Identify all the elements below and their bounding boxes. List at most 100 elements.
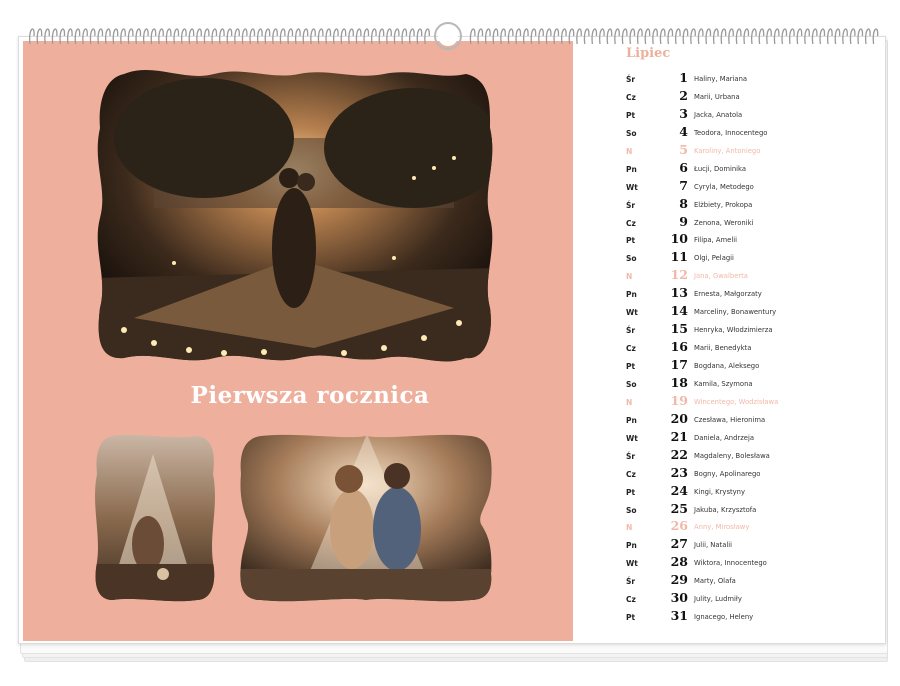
name-day: Kingi, Krystyny bbox=[694, 487, 746, 496]
day-row: Pt 24 Kingi, Krystyny bbox=[610, 483, 860, 501]
day-row: N 5 Karoliny, Antoniego bbox=[610, 142, 860, 160]
day-row: Śr 29 Marty, Olafa bbox=[610, 572, 860, 590]
day-row: Pt 10 Filipa, Amelii bbox=[610, 231, 860, 249]
day-number: 27 bbox=[670, 536, 688, 552]
weekday-label: So bbox=[626, 379, 637, 389]
day-row: Pt 31 Ignacego, Heleny bbox=[610, 608, 860, 626]
day-number: 23 bbox=[670, 464, 688, 480]
name-day: Julii, Natalii bbox=[694, 541, 733, 550]
name-day: Teodora, Innocentego bbox=[694, 128, 768, 137]
day-row: Pn 13 Ernesta, Małgorzaty bbox=[610, 285, 860, 303]
day-number: 25 bbox=[670, 500, 688, 516]
name-day: Cyryla, Metodego bbox=[694, 182, 754, 191]
day-row: Cz 2 Marii, Urbana bbox=[610, 88, 860, 106]
day-number: 28 bbox=[670, 554, 688, 570]
day-row: Wt 28 Wiktora, Innocentego bbox=[610, 554, 860, 572]
day-row: N 19 Wincentego, Wodzisława bbox=[610, 393, 860, 411]
day-number: 26 bbox=[670, 518, 688, 534]
weekday-label: Pt bbox=[626, 110, 636, 120]
day-number: 8 bbox=[679, 195, 688, 211]
day-row: Pn 6 Łucji, Dominika bbox=[610, 160, 860, 178]
day-row: Cz 30 Julity, Ludmiły bbox=[610, 590, 860, 608]
name-day: Haliny, Mariana bbox=[694, 75, 748, 83]
day-row: N 12 Jana, Gwalberta bbox=[610, 267, 860, 285]
weekday-label: Pn bbox=[626, 290, 637, 300]
weekday-label: N bbox=[626, 272, 633, 282]
day-row: Śr 22 Magdaleny, Bolesława bbox=[610, 447, 860, 465]
day-row: Śr 15 Henryka, Włodzimierza bbox=[610, 321, 860, 339]
weekday-label: Pn bbox=[626, 164, 637, 174]
weekday-label: So bbox=[626, 505, 637, 515]
name-day: Kamila, Szymona bbox=[694, 379, 753, 388]
day-number: 4 bbox=[679, 123, 688, 139]
day-number: 10 bbox=[670, 231, 688, 247]
bottom-right-photo bbox=[237, 434, 495, 602]
day-row: Pn 20 Czesława, Hieronima bbox=[610, 411, 860, 429]
name-day: Ignacego, Heleny bbox=[694, 613, 754, 622]
calendar-title: Pierwsza rocznica bbox=[190, 382, 430, 409]
day-row: So 11 Olgi, Pelagii bbox=[610, 249, 860, 267]
name-day: Bogdana, Aleksego bbox=[694, 362, 760, 370]
weekday-label: Pt bbox=[626, 613, 636, 623]
day-list: Śr 1 Haliny, Mariana Cz 2 Marii, Urbana Pt 3 Jac… bbox=[610, 70, 860, 626]
day-number: 19 bbox=[670, 392, 688, 408]
day-number: 16 bbox=[670, 339, 688, 355]
name-day: Elżbiety, Prokopa bbox=[694, 200, 753, 209]
day-row: Śr 8 Elżbiety, Prokopa bbox=[610, 196, 860, 214]
weekday-label: Śr bbox=[626, 326, 636, 336]
name-day: Magdaleny, Bolesława bbox=[694, 451, 770, 460]
day-row: So 4 Teodora, Innocentego bbox=[610, 124, 860, 142]
weekday-label: Wt bbox=[626, 182, 638, 192]
day-number: 9 bbox=[679, 213, 688, 229]
day-number: 21 bbox=[670, 428, 688, 444]
name-day: Bogny, Apolinarego bbox=[694, 469, 761, 478]
name-day: Karoliny, Antoniego bbox=[694, 146, 761, 155]
day-number: 29 bbox=[670, 572, 688, 588]
weekday-label: N bbox=[626, 523, 633, 533]
day-row: So 25 Jakuba, Krzysztofa bbox=[610, 501, 860, 519]
name-day: Julity, Ludmiły bbox=[694, 595, 742, 604]
name-day: Olgi, Pelagii bbox=[694, 254, 734, 263]
weekday-label: Cz bbox=[626, 344, 636, 354]
day-row: So 18 Kamila, Szymona bbox=[610, 375, 860, 393]
weekday-label: Pt bbox=[626, 362, 636, 371]
weekday-label: Cz bbox=[626, 469, 636, 479]
name-day: Czesława, Hieronima bbox=[694, 415, 766, 424]
day-number: 14 bbox=[670, 303, 688, 319]
day-number: 3 bbox=[679, 105, 688, 121]
name-day: Daniela, Andrzeja bbox=[694, 433, 755, 442]
day-number: 18 bbox=[670, 374, 688, 390]
name-day: Jacka, Anatola bbox=[694, 110, 743, 119]
weekday-label: Wt bbox=[626, 433, 638, 443]
day-row: Cz 16 Marii, Benedykta bbox=[610, 339, 860, 357]
weekday-label: Cz bbox=[626, 595, 636, 605]
weekday-label: Cz bbox=[626, 92, 636, 102]
weekday-label: Pn bbox=[626, 541, 637, 551]
weekday-label: So bbox=[626, 254, 637, 264]
name-day: Jana, Gwalberta bbox=[694, 272, 748, 281]
name-day: Marceliny, Bonawentury bbox=[694, 308, 777, 317]
day-number: 11 bbox=[670, 249, 688, 265]
day-number: 15 bbox=[670, 321, 688, 337]
name-day: Filipa, Amelii bbox=[694, 236, 737, 245]
month-label: Lipiec bbox=[626, 46, 671, 61]
day-number: 22 bbox=[670, 446, 688, 462]
day-number: 2 bbox=[679, 87, 688, 103]
weekday-label: Śr bbox=[626, 200, 636, 210]
weekday-label: Śr bbox=[626, 577, 636, 587]
name-day: Marii, Urbana bbox=[694, 92, 740, 101]
bottom-left-photo bbox=[93, 434, 217, 602]
weekday-label: Cz bbox=[626, 218, 636, 228]
day-number: 30 bbox=[670, 590, 688, 606]
weekday-label: N bbox=[626, 146, 633, 156]
day-row: Pn 27 Julii, Natalii bbox=[610, 536, 860, 554]
name-day: Wiktora, Innocentego bbox=[694, 559, 767, 568]
weekday-label: Wt bbox=[626, 308, 638, 318]
weekday-label: Pt bbox=[626, 487, 636, 497]
weekday-label: Wt bbox=[626, 559, 638, 569]
day-number: 7 bbox=[679, 177, 688, 193]
weekday-label: N bbox=[626, 397, 633, 407]
name-day: Ernesta, Małgorzaty bbox=[694, 290, 762, 299]
day-number: 31 bbox=[670, 608, 688, 624]
main-photo bbox=[94, 68, 496, 364]
